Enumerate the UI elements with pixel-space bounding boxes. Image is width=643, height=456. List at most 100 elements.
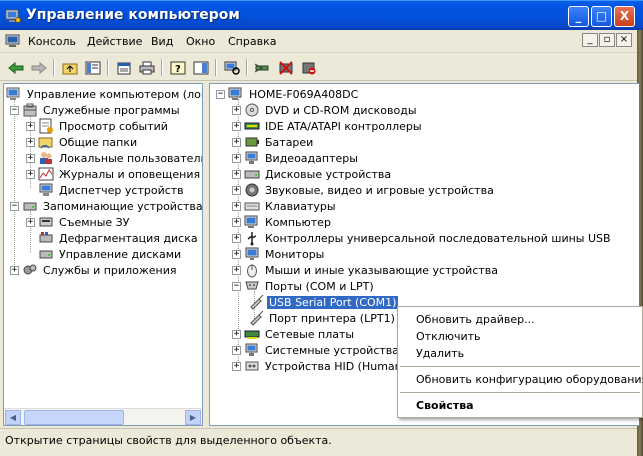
menu-console[interactable]: Консоль	[28, 35, 76, 48]
tree-item-removable-storage[interactable]: + Съемные ЗУ	[26, 214, 131, 230]
expand-toggle[interactable]: +	[26, 153, 35, 163]
show-action-pane-button[interactable]	[191, 58, 211, 77]
toolbar-separator	[161, 59, 163, 76]
collapse-toggle[interactable]: −	[10, 201, 19, 211]
title-bar[interactable]: Управление компьютером _ □ X	[0, 0, 643, 30]
expand-toggle[interactable]: +	[232, 185, 241, 195]
expand-toggle[interactable]: +	[232, 249, 241, 259]
tree-item-label: Дефрагментация диска	[59, 231, 198, 245]
mdi-close-button[interactable]: ×	[616, 33, 632, 47]
expand-toggle[interactable]: +	[26, 121, 35, 131]
console-icon[interactable]	[5, 34, 21, 48]
expand-toggle[interactable]: +	[232, 137, 241, 147]
mdi-restore-button[interactable]: ▫	[599, 33, 615, 47]
device-tree-item[interactable]: + Батареи	[232, 134, 315, 150]
collapse-toggle[interactable]: −	[216, 89, 225, 99]
expand-toggle[interactable]: +	[232, 169, 241, 179]
expand-toggle[interactable]: +	[232, 233, 241, 243]
disable-button[interactable]	[299, 58, 319, 77]
uninstall-button[interactable]	[276, 58, 296, 77]
close-button[interactable]: X	[614, 6, 635, 27]
device-tree-item[interactable]: + DVD и CD-ROM дисководы	[232, 102, 419, 118]
ports-icon	[245, 281, 259, 290]
show-tree-button[interactable]	[83, 58, 103, 77]
computer-management-window: Управление компьютером _ □ X Консоль Дей…	[0, 0, 643, 456]
device-tree-item[interactable]: − Порты (COM и LPT)	[232, 278, 376, 294]
expand-toggle[interactable]: +	[232, 217, 241, 227]
update-driver-button[interactable]	[253, 58, 273, 77]
menu-window[interactable]: Окно	[186, 35, 215, 48]
expand-toggle[interactable]: +	[232, 345, 241, 355]
maximize-button[interactable]: □	[591, 6, 612, 27]
tree-item-shared-folders[interactable]: + Общие папки	[26, 134, 139, 150]
device-tree-item[interactable]: Порт принтера (LPT1)	[248, 310, 397, 326]
expand-toggle[interactable]: +	[232, 329, 241, 339]
device-tree-item[interactable]: − HOME-F069A408DC	[216, 86, 360, 102]
tree-item-event-viewer[interactable]: + Просмотр событий	[26, 118, 170, 134]
console-tree-pane[interactable]: Управление компьютером (локаль − Служебн…	[3, 83, 203, 426]
device-tree-item[interactable]: + Мыши и иные указывающие устройства	[232, 262, 500, 278]
disk-drive-icon	[244, 170, 260, 179]
back-button[interactable]	[6, 58, 26, 77]
update-driver-menu-item[interactable]: Обновить драйвер...	[416, 313, 535, 326]
device-tree-item[interactable]: + Мониторы	[232, 246, 326, 262]
device-tree-item[interactable]: + Компьютер	[232, 214, 333, 230]
horizontal-scrollbar[interactable]: ◀ ▶	[4, 408, 202, 425]
tree-item-disk-management[interactable]: Управление дисками	[38, 246, 183, 262]
tree-item-storage[interactable]: − Запоминающие устройства	[10, 198, 202, 214]
forward-button[interactable]	[29, 58, 49, 77]
collapse-toggle[interactable]: −	[232, 281, 241, 291]
device-tree-item[interactable]: USB Serial Port (COM1)	[248, 294, 399, 310]
device-tree-item[interactable]: + Звуковые, видео и игровые устройства	[232, 182, 496, 198]
menu-help[interactable]: Справка	[228, 35, 276, 48]
menu-view[interactable]: Вид	[151, 35, 173, 48]
expand-toggle[interactable]: +	[26, 217, 35, 227]
help-button[interactable]: ?	[168, 58, 188, 77]
expand-toggle[interactable]: +	[26, 137, 35, 147]
scan-hardware-menu-item[interactable]: Обновить конфигурацию оборудования	[416, 373, 643, 386]
expand-toggle[interactable]: +	[232, 105, 241, 115]
tree-item-defrag[interactable]: Дефрагментация диска	[38, 230, 200, 246]
collapse-toggle[interactable]: −	[10, 105, 19, 115]
tree-item-computer-management[interactable]: Управление компьютером (локаль	[6, 86, 202, 102]
expand-toggle[interactable]: +	[26, 169, 35, 179]
device-tree-item[interactable]: + IDE ATA/ATAPI контроллеры	[232, 118, 424, 134]
expand-toggle[interactable]: +	[10, 265, 19, 275]
uninstall-menu-item[interactable]: Удалить	[416, 347, 464, 360]
minimize-button[interactable]: _	[568, 6, 589, 27]
tree-item-device-manager[interactable]: Диспетчер устройств	[38, 182, 186, 198]
properties-menu-item[interactable]: Свойства	[416, 399, 474, 412]
tree-item-local-users[interactable]: + Локальные пользователи	[26, 150, 202, 166]
expand-toggle[interactable]: +	[232, 121, 241, 131]
expand-toggle[interactable]: +	[232, 201, 241, 211]
scroll-left-arrow-icon[interactable]: ◀	[5, 410, 21, 425]
up-level-button[interactable]	[60, 58, 80, 77]
event-viewer-icon	[39, 118, 53, 134]
print-button[interactable]	[137, 58, 157, 77]
device-tree-item[interactable]: + Клавиатуры	[232, 198, 338, 214]
status-text: Открытие страницы свойств для выделенног…	[5, 434, 332, 447]
expand-toggle[interactable]: +	[232, 153, 241, 163]
menu-action[interactable]: Действие	[87, 35, 142, 48]
properties-button[interactable]	[114, 58, 134, 77]
tree-item-services[interactable]: + Службы и приложения	[10, 262, 178, 278]
device-tree-item[interactable]: + Контроллеры универсальной последователь…	[232, 230, 613, 246]
expand-toggle[interactable]: +	[232, 361, 241, 371]
port-connector-icon	[250, 294, 264, 310]
scan-hardware-button[interactable]	[222, 58, 242, 77]
mdi-minimize-button[interactable]: _	[582, 33, 598, 47]
tree-item-system-tools[interactable]: − Служебные программы	[10, 102, 182, 118]
device-tree-item[interactable]: + Сетевые платы	[232, 326, 356, 342]
device-tree-item[interactable]: + Дисковые устройства	[232, 166, 393, 182]
expand-toggle[interactable]: +	[232, 265, 241, 275]
device-tree-item[interactable]: + Системные устройства	[232, 342, 401, 358]
device-tree-item[interactable]: + Видеоадаптеры	[232, 150, 360, 166]
disable-menu-item[interactable]: Отключить	[416, 330, 481, 343]
scroll-thumb[interactable]	[24, 410, 124, 425]
tree-item-performance-logs[interactable]: + Журналы и оповещения пр	[26, 166, 202, 182]
scroll-right-arrow-icon[interactable]: ▶	[185, 410, 201, 425]
sound-icon	[245, 183, 259, 197]
device-manager-icon	[39, 183, 53, 196]
storage-icon	[23, 202, 37, 211]
update-driver-icon	[254, 63, 269, 72]
